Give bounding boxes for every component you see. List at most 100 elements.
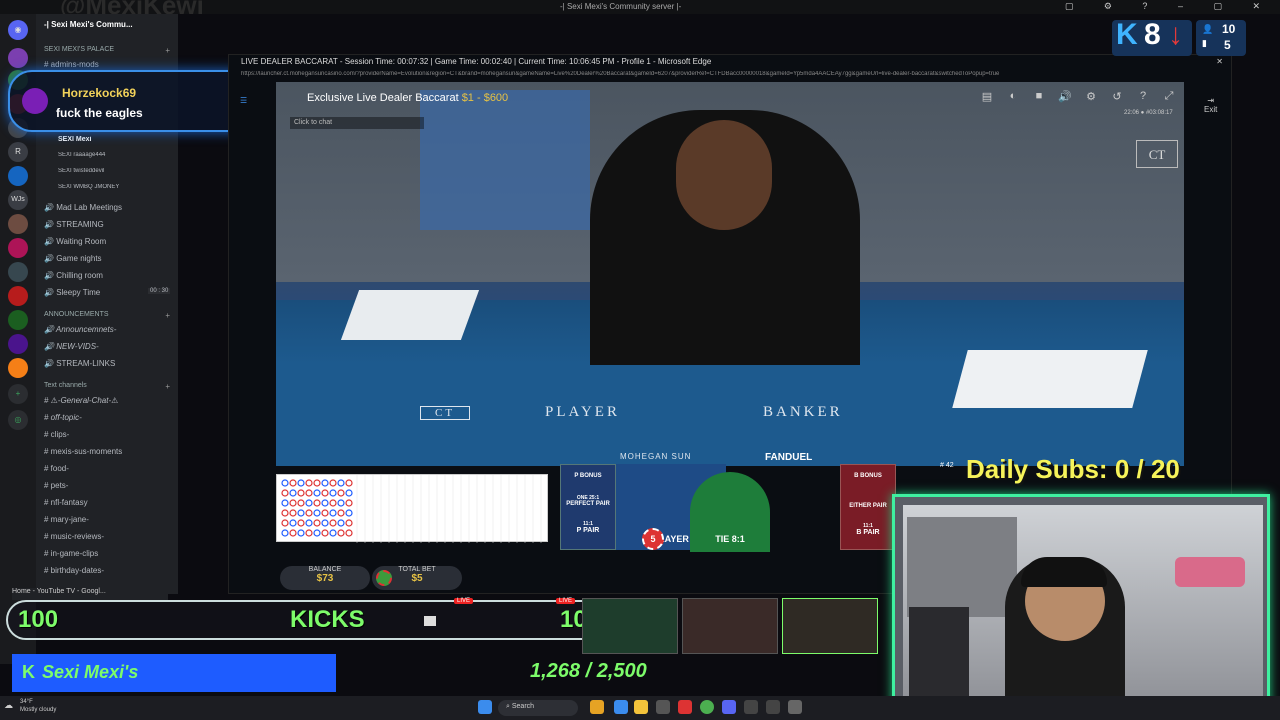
voice-channel[interactable]: 🔊 Mad Lab Meetings: [44, 203, 174, 212]
server-icon[interactable]: [8, 238, 28, 258]
taskbar-search[interactable]: ⌕ Search: [498, 700, 578, 716]
window-controls[interactable]: ▢ ⚙ ? – ▢ ✕: [1065, 1, 1274, 12]
card-shoe: [340, 290, 480, 340]
volume-icon[interactable]: 🔊: [1056, 90, 1074, 106]
road-bead: [281, 499, 289, 507]
explore-icon[interactable]: ◎: [8, 410, 28, 430]
kick-logo-icon: K: [1116, 18, 1138, 51]
chip-icon[interactable]: [376, 570, 392, 586]
server-icon[interactable]: [8, 286, 28, 306]
voice-user[interactable]: SEXI raaaage444: [58, 152, 188, 158]
text-channel[interactable]: # off-topic-: [44, 413, 174, 422]
voice-user[interactable]: SEXI Mexi: [58, 136, 188, 143]
server-icon-wjs[interactable]: WJs: [8, 190, 28, 210]
stats-icon[interactable]: ▤: [978, 90, 996, 106]
casino-logo: CT: [1136, 140, 1178, 168]
channel-stream-links[interactable]: 🔊 STREAM-LINKS: [44, 359, 174, 368]
discord-icon[interactable]: [722, 700, 736, 714]
road-bead: [313, 519, 321, 527]
b-bonus-bet[interactable]: B BONUS EITHER PAIR 11:1 B PAIR: [840, 464, 896, 550]
help-icon[interactable]: ?: [1134, 90, 1152, 106]
road-bead: [337, 529, 345, 537]
history-icon[interactable]: ↺: [1108, 90, 1126, 106]
text-channel[interactable]: # pets-: [44, 481, 174, 490]
dealer-face: [676, 120, 772, 230]
player-chip[interactable]: 5: [642, 528, 664, 550]
channel-admins-mods[interactable]: # admins-mods: [44, 60, 174, 69]
voice-channel[interactable]: 🔊 Waiting Room: [44, 237, 174, 246]
server-icon[interactable]: [8, 262, 28, 282]
taskbar: ☁ 34°F Mostly cloudy ⌕ Search: [0, 696, 1280, 720]
text-channel[interactable]: # ⚠-General-Chat-⚠: [44, 396, 174, 405]
app-icon[interactable]: [788, 700, 802, 714]
add-channel-icon[interactable]: +: [165, 382, 170, 391]
settings-icon[interactable]: ⚙: [1082, 90, 1100, 106]
server-name[interactable]: -| Sexi Mexi's Commu...: [44, 20, 174, 29]
category-palace[interactable]: SEXI MEXI'S PALACE: [44, 46, 114, 53]
daily-subs-goal: Daily Subs: 0 / 20: [966, 454, 1180, 484]
server-icon[interactable]: [8, 166, 28, 186]
text-channel[interactable]: # food-: [44, 464, 174, 473]
address-bar[interactable]: https://launcher.ct.mohegansuncasino.com…: [241, 71, 1221, 77]
chat-user-avatar: [22, 88, 48, 114]
folder-icon[interactable]: [634, 700, 648, 714]
kicks-bar: 100 KICKS 10000 LIVE LIVE: [6, 598, 646, 640]
road-bead: [337, 479, 345, 487]
chrome-icon[interactable]: [700, 700, 714, 714]
fullscreen-icon[interactable]: ⤢: [1160, 90, 1178, 106]
category-announcements[interactable]: ANNOUNCEMENTS: [44, 311, 109, 318]
text-channel[interactable]: # birthday-dates-: [44, 566, 174, 575]
stream-thumbnail[interactable]: [582, 598, 678, 654]
voice-channel[interactable]: 🔊 Chilling room: [44, 271, 174, 280]
server-icon[interactable]: [8, 48, 28, 68]
browser-close-icon[interactable]: ✕: [1216, 57, 1223, 66]
stream-thumbnail[interactable]: [682, 598, 778, 654]
app-icon[interactable]: [766, 700, 780, 714]
channel-announcements[interactable]: 🔊 Announcemnets-: [44, 325, 174, 334]
road-bead: [297, 529, 305, 537]
road-bead: [305, 489, 313, 497]
voice-user[interactable]: SEXI WMBQ JMONEY: [58, 184, 188, 190]
discord-home-icon[interactable]: ◉: [8, 20, 28, 40]
app-icon[interactable]: [614, 700, 628, 714]
server-icon[interactable]: [8, 310, 28, 330]
p-bonus-bet[interactable]: P BONUS ONE 25:1 PERFECT PAIR 11:1 P PAI…: [560, 464, 616, 550]
app-icon[interactable]: [678, 700, 692, 714]
server-icon[interactable]: [8, 358, 28, 378]
start-icon[interactable]: [478, 700, 492, 714]
tie-bet[interactable]: TIE 8:1: [690, 472, 770, 552]
text-channel[interactable]: # mexis-sus-moments: [44, 447, 174, 456]
server-icon[interactable]: [8, 334, 28, 354]
weather-text: Mostly cloudy: [20, 707, 57, 713]
chat-input[interactable]: Click to chat: [290, 117, 424, 129]
add-channel-icon[interactable]: +: [165, 311, 170, 320]
app-icon[interactable]: [744, 700, 758, 714]
voice-user[interactable]: SEXI twisteddevil: [58, 168, 188, 174]
category-text[interactable]: Text channels: [44, 382, 87, 389]
chips-icon[interactable]: ◐: [1004, 90, 1022, 106]
server-icon-r[interactable]: R: [8, 142, 28, 162]
text-channel[interactable]: # mary-jane-: [44, 515, 174, 524]
webcam: [892, 494, 1270, 714]
table-ct-logo: CT: [420, 406, 471, 420]
stream-thumbnail[interactable]: [782, 598, 878, 654]
weather-icon: ☁: [4, 700, 13, 710]
app-icon[interactable]: [590, 700, 604, 714]
lobby-icon[interactable]: ☰: [240, 96, 247, 105]
youtube-tab[interactable]: Home - YouTube TV - Googl...: [12, 588, 168, 600]
text-channel[interactable]: # nfl-fantasy: [44, 498, 174, 507]
add-server-icon[interactable]: +: [8, 384, 28, 404]
video-icon[interactable]: ■: [1030, 90, 1048, 106]
text-channel[interactable]: # music-reviews-: [44, 532, 174, 541]
add-channel-icon[interactable]: +: [165, 46, 170, 55]
app-icon[interactable]: [656, 700, 670, 714]
exit-button[interactable]: ⇥ Exit: [1204, 96, 1217, 114]
text-channel[interactable]: # clips-: [44, 430, 174, 439]
voice-channel[interactable]: 🔊 STREAMING: [44, 220, 174, 229]
voice-channel[interactable]: 🔊 Game nights: [44, 254, 174, 263]
server-icon[interactable]: [8, 214, 28, 234]
kick-rank-badge: K 8 ↓: [1112, 18, 1192, 56]
road-bead: [297, 479, 305, 487]
channel-new-vids[interactable]: 🔊 NEW-VIDS-: [44, 342, 174, 351]
text-channel[interactable]: # in-game-clips: [44, 549, 174, 558]
